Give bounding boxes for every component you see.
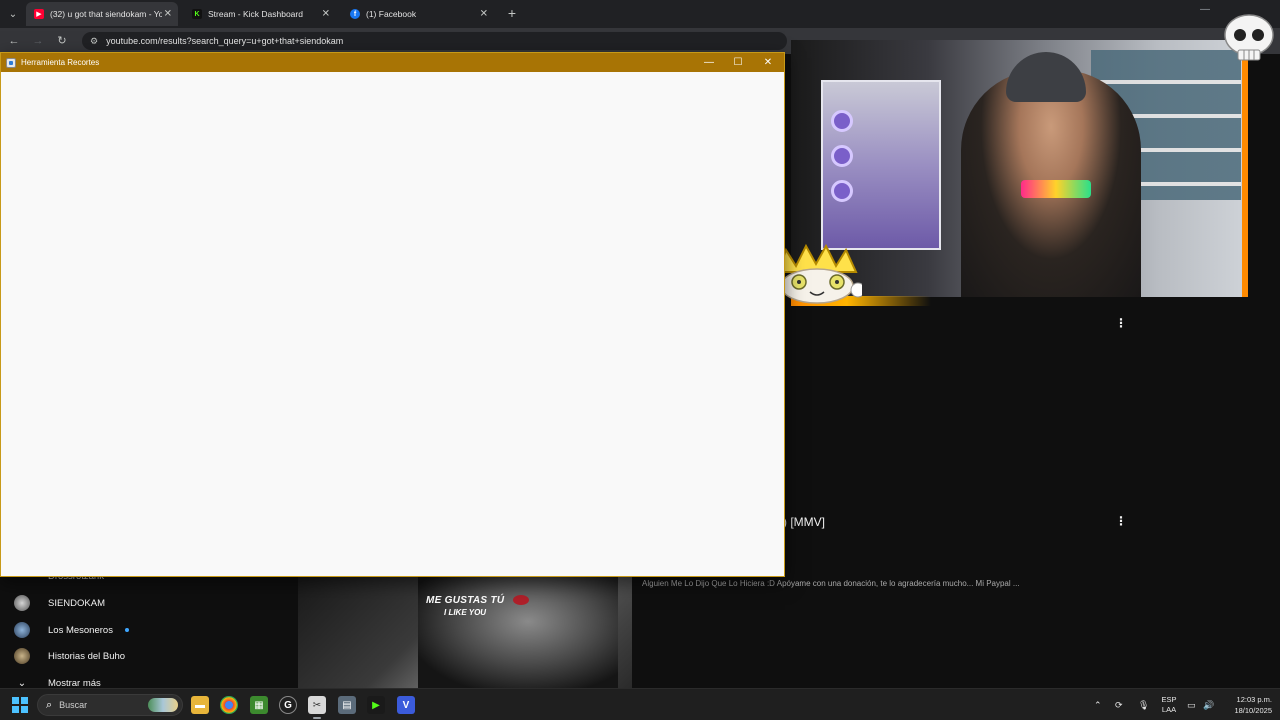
tab-search-button[interactable]: ⌄ [4, 5, 22, 23]
language-code: ESP [1161, 695, 1177, 704]
g-app-icon[interactable]: G [279, 696, 297, 714]
sidebar-item-label: SIENDOKAM [48, 597, 106, 609]
show-more-label: Mostrar más [48, 677, 101, 689]
webcam-streamer-beanie [1006, 52, 1086, 102]
facebook-icon: f [350, 9, 360, 19]
thumbnail-caption-translation: I LIKE YOU [444, 608, 487, 617]
site-info-icon[interactable]: ⚙ [90, 36, 98, 47]
avatar [14, 622, 30, 638]
calculator-icon[interactable]: ▤ [338, 696, 356, 714]
sync-icon[interactable]: ⟳ [1115, 689, 1123, 720]
minecraft-icon[interactable]: ▦ [250, 696, 268, 714]
minimize-button[interactable]: — [697, 55, 721, 70]
more-actions-icon[interactable]: ⋮ [1115, 316, 1127, 330]
microphone-icon[interactable]: 🎙 [1138, 689, 1149, 720]
sidebar-item-siendokam[interactable]: SIENDOKAM [14, 594, 105, 612]
webcam-fan [831, 145, 853, 167]
sidebar-item-los-mesoneros[interactable]: Los Mesoneros [14, 621, 129, 639]
browser-tab-strip: ⌄ ▶ (32) u got that siendokam - You ✕ K … [0, 0, 1280, 28]
tab-facebook[interactable]: f (1) Facebook ✕ [342, 4, 494, 24]
address-bar[interactable]: ⚙ youtube.com/results?search_query=u+got… [82, 32, 787, 50]
forward-icon[interactable]: → [31, 34, 45, 48]
desktop-screen: ⌄ ▶ (32) u got that siendokam - You ✕ K … [0, 0, 1280, 720]
tab-youtube[interactable]: ▶ (32) u got that siendokam - You ✕ [26, 2, 178, 26]
media-player-icon[interactable]: ▶ [367, 696, 385, 714]
video-thumbnail[interactable]: ME GUSTAS TÚ I LIKE YOU [298, 577, 632, 688]
taskbar: ⌕ Buscar ▬ ▦ G ✂ ▤ ▶ V ⌃ ⟳ 🎙 ESP LAA ▭ 🔊… [0, 688, 1280, 720]
webcam-frame-border [1242, 40, 1248, 297]
avatar [14, 648, 30, 664]
webcam-fan [831, 110, 853, 132]
taskbar-search[interactable]: ⌕ Buscar [37, 694, 183, 716]
snipping-tool-icon [6, 57, 16, 68]
reload-icon[interactable]: ↻ [55, 34, 69, 48]
snipping-tool-titlebar[interactable]: Herramienta Recortes — ☐ ✕ [1, 53, 784, 72]
snipping-tool-icon[interactable]: ✂ [308, 696, 326, 714]
snipping-tool-window[interactable]: Herramienta Recortes — ☐ ✕ [0, 52, 785, 577]
snipping-tool-canvas[interactable] [1, 72, 784, 576]
tab-kick-dashboard[interactable]: K Stream - Kick Dashboard ✕ [184, 4, 336, 24]
youtube-icon: ▶ [34, 9, 44, 19]
maximize-button[interactable]: ☐ [726, 55, 750, 70]
network-icon[interactable]: ▭ [1187, 689, 1196, 720]
v-app-icon[interactable]: V [397, 696, 415, 714]
close-tab-icon[interactable]: ✕ [164, 9, 172, 20]
window-minimize-button[interactable]: — [1200, 4, 1210, 15]
back-icon[interactable]: ← [7, 34, 21, 48]
taskbar-clock[interactable]: 12:03 p.m. 18/10/2025 [1222, 694, 1272, 716]
address-url: youtube.com/results?search_query=u+got+t… [106, 36, 344, 46]
chevron-down-icon: ⌄ [17, 677, 27, 689]
active-app-indicator [313, 717, 321, 719]
video-title[interactable]: ) [MMV] [783, 515, 825, 529]
windows-start-icon[interactable] [12, 697, 28, 713]
chrome-icon[interactable] [220, 696, 238, 714]
clock-date: 18/10/2025 [1234, 706, 1272, 715]
skull-mascot-icon [1224, 14, 1274, 61]
clock-time: 12:03 p.m. [1236, 695, 1272, 704]
volume-icon[interactable]: 🔊 [1203, 689, 1214, 720]
search-placeholder: Buscar [59, 700, 88, 710]
avatar [14, 595, 30, 611]
new-tab-button[interactable]: + [505, 5, 519, 21]
sidebar-item-historias-del-buho[interactable]: Historias del Buho [14, 647, 125, 665]
thumbnail-caption: ME GUSTAS TÚ [426, 595, 505, 606]
keyboard-layout: LAA [1161, 705, 1177, 714]
input-language[interactable]: ESP LAA [1160, 695, 1178, 715]
webcam-fan [831, 180, 853, 202]
close-tab-icon[interactable]: ✕ [322, 9, 330, 20]
tray-overflow-icon[interactable]: ⌃ [1094, 689, 1102, 720]
close-button[interactable]: ✕ [756, 55, 780, 70]
crown-mascot-icon [776, 243, 862, 304]
close-tab-icon[interactable]: ✕ [480, 9, 488, 20]
webcam-microphone [1021, 180, 1091, 198]
new-content-dot-icon [124, 628, 129, 632]
video-description: Alguien Me Lo Dijo Que Lo Hiciera :D Apó… [642, 579, 1020, 588]
thumbnail-eye [513, 595, 529, 605]
file-explorer-icon[interactable]: ▬ [191, 696, 209, 714]
kick-icon: K [192, 9, 202, 19]
sidebar-item-label: Los Mesoneros [48, 624, 113, 636]
tab-title: (32) u got that siendokam - You [50, 9, 162, 19]
tab-title: (1) Facebook [366, 9, 417, 19]
tab-title: Stream - Kick Dashboard [208, 9, 303, 19]
more-actions-icon[interactable]: ⋮ [1115, 514, 1127, 528]
search-highlight-image [148, 698, 178, 712]
sidebar-item-label: Historias del Buho [48, 650, 126, 662]
search-icon: ⌕ [46, 698, 53, 711]
window-title: Herramienta Recortes [21, 58, 100, 67]
thumbnail-art [418, 577, 618, 688]
